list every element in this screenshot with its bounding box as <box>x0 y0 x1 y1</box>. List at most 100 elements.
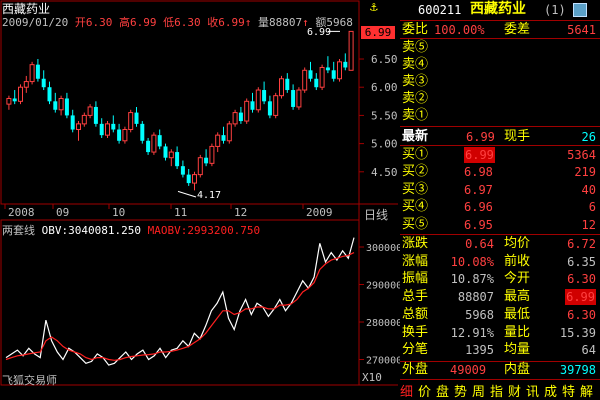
candle-body <box>168 151 174 159</box>
stat-row: 总手 88807 最高 6.99 <box>400 289 600 306</box>
info-bar: 2009/01/20 开6.30 高6.99 低6.30 收6.99↑ 量888… <box>2 14 353 30</box>
stat-label: 均量 <box>504 342 531 358</box>
buy-row: 买① 6.99 5364 <box>400 147 600 163</box>
candle-body <box>87 106 93 116</box>
obv-label: OBV:3040081.250 <box>41 224 141 237</box>
stat-label: 换手 <box>402 324 429 340</box>
buy-row: 买② 6.98 219 <box>400 164 600 180</box>
bottom-tab[interactable]: 财 <box>508 381 521 400</box>
high-price-marker: 6.99 <box>307 27 332 38</box>
period-label[interactable]: 日线 <box>364 206 388 223</box>
candle-body <box>273 95 279 116</box>
bottom-tab-bar: 细价盘势周指财讯成特解 <box>400 381 600 400</box>
stat-value: 1395 <box>465 343 494 358</box>
stat-row: 涨跌 0.64 均价 6.72 <box>400 236 600 252</box>
indicator-name[interactable]: 两套线 <box>2 224 35 237</box>
candle-body <box>192 174 197 184</box>
candle-body <box>302 69 308 91</box>
price-tick-label: 4.50 <box>371 166 398 179</box>
sell-row: 卖③ <box>400 74 600 90</box>
candle-body <box>279 78 284 97</box>
bottom-tab[interactable]: 价 <box>418 381 431 400</box>
bottom-tab[interactable]: 特 <box>562 381 575 400</box>
bottom-tab[interactable]: 讯 <box>526 381 539 400</box>
candle-body <box>163 146 168 158</box>
candle-body <box>232 112 238 125</box>
buy-label: 买④ <box>402 199 429 215</box>
maobv-label: MAOBV:2993200.750 <box>147 224 261 237</box>
buy-price: 6.97 <box>464 182 493 197</box>
bottom-tab[interactable]: 成 <box>544 381 557 400</box>
neipan-value: 39798 <box>559 363 596 377</box>
candle-body <box>204 157 209 164</box>
indicator-scale-label: X10 <box>362 371 382 384</box>
candle-body <box>319 66 325 88</box>
weicha-label: 委差 <box>504 22 531 37</box>
candle-body <box>255 89 261 111</box>
stat-value: 64 <box>581 343 596 358</box>
candle-body <box>331 70 336 79</box>
candle-body <box>111 123 116 130</box>
indicator-chart-frame <box>0 219 360 386</box>
window-number: (1) <box>544 3 566 17</box>
candle-body <box>117 129 122 141</box>
buy-label: 买③ <box>402 181 429 197</box>
sell-label: 卖④ <box>402 57 429 72</box>
buy-volume: 219 <box>574 165 596 180</box>
candle-body <box>70 115 75 130</box>
bottom-tab[interactable]: 盘 <box>436 381 449 400</box>
sell-label: 卖② <box>402 91 429 106</box>
window-icon[interactable] <box>573 3 587 17</box>
info-date: 2009/01/20 <box>2 16 69 29</box>
stat-label: 均价 <box>504 236 531 251</box>
candle-body <box>314 78 319 88</box>
indicator-bar: 两套线 OBV:3040081.250 MAOBV:2993200.750 <box>2 222 260 238</box>
bottom-tab[interactable]: 指 <box>490 381 503 400</box>
anchor-icon[interactable]: ⚓ <box>370 0 378 15</box>
stock-name: 西藏药业 <box>470 1 526 17</box>
candle-body <box>81 114 87 125</box>
candle-body <box>134 112 139 124</box>
candle-body <box>337 61 342 80</box>
bottom-tab[interactable]: 细 <box>400 381 413 400</box>
time-tick-label: 12 <box>234 206 247 219</box>
bottom-tab[interactable]: 周 <box>472 381 485 400</box>
waipan-label: 外盘 <box>402 362 429 377</box>
stat-value: 5968 <box>465 307 494 322</box>
buy-price: 6.98 <box>464 165 493 180</box>
candle-body <box>215 134 221 147</box>
stat-row: 总额 5968 最低 6.30 <box>400 307 600 323</box>
candle-body <box>180 166 185 175</box>
candle-body <box>6 97 12 105</box>
candle-body <box>267 101 272 116</box>
obv-axis-ticks: 300000 290000 280000 270000 <box>359 243 400 367</box>
time-axis-ticks: 2008 09 10 11 12 2009 <box>4 204 333 219</box>
info-volume-label: 量 <box>257 16 269 29</box>
stat-value: 6.35 <box>567 254 596 269</box>
waipan-value: 49009 <box>450 363 487 377</box>
stat-row: 涨幅 10.08% 前收 6.35 <box>400 254 600 270</box>
price-tick-label: 6.50 <box>371 53 398 66</box>
stock-code: 600211 <box>418 3 462 17</box>
candle-body <box>221 135 226 141</box>
waipan-row: 外盘 49009 内盘 39798 <box>400 362 600 378</box>
candle-body <box>308 70 313 79</box>
candle-body <box>226 123 232 142</box>
candle-body <box>291 90 296 107</box>
info-low-label: 低 <box>163 16 175 29</box>
obv-line <box>5 237 355 366</box>
candle-body <box>122 129 128 142</box>
candle-body <box>140 123 145 141</box>
info-close-label: 收 <box>207 16 219 29</box>
time-tick-label: 2008 <box>8 206 35 219</box>
stat-value: 6.30 <box>567 307 596 322</box>
info-volume: 88807 <box>268 16 303 29</box>
price-tick-label: 6.00 <box>371 81 398 94</box>
bottom-tab[interactable]: 解 <box>580 381 593 400</box>
stat-label: 最低 <box>504 306 531 322</box>
price-tick-label: 5.00 <box>371 138 398 151</box>
candle-body <box>262 90 267 102</box>
candle-body <box>157 135 162 147</box>
candle-body <box>58 97 64 111</box>
bottom-tab[interactable]: 势 <box>454 381 467 400</box>
